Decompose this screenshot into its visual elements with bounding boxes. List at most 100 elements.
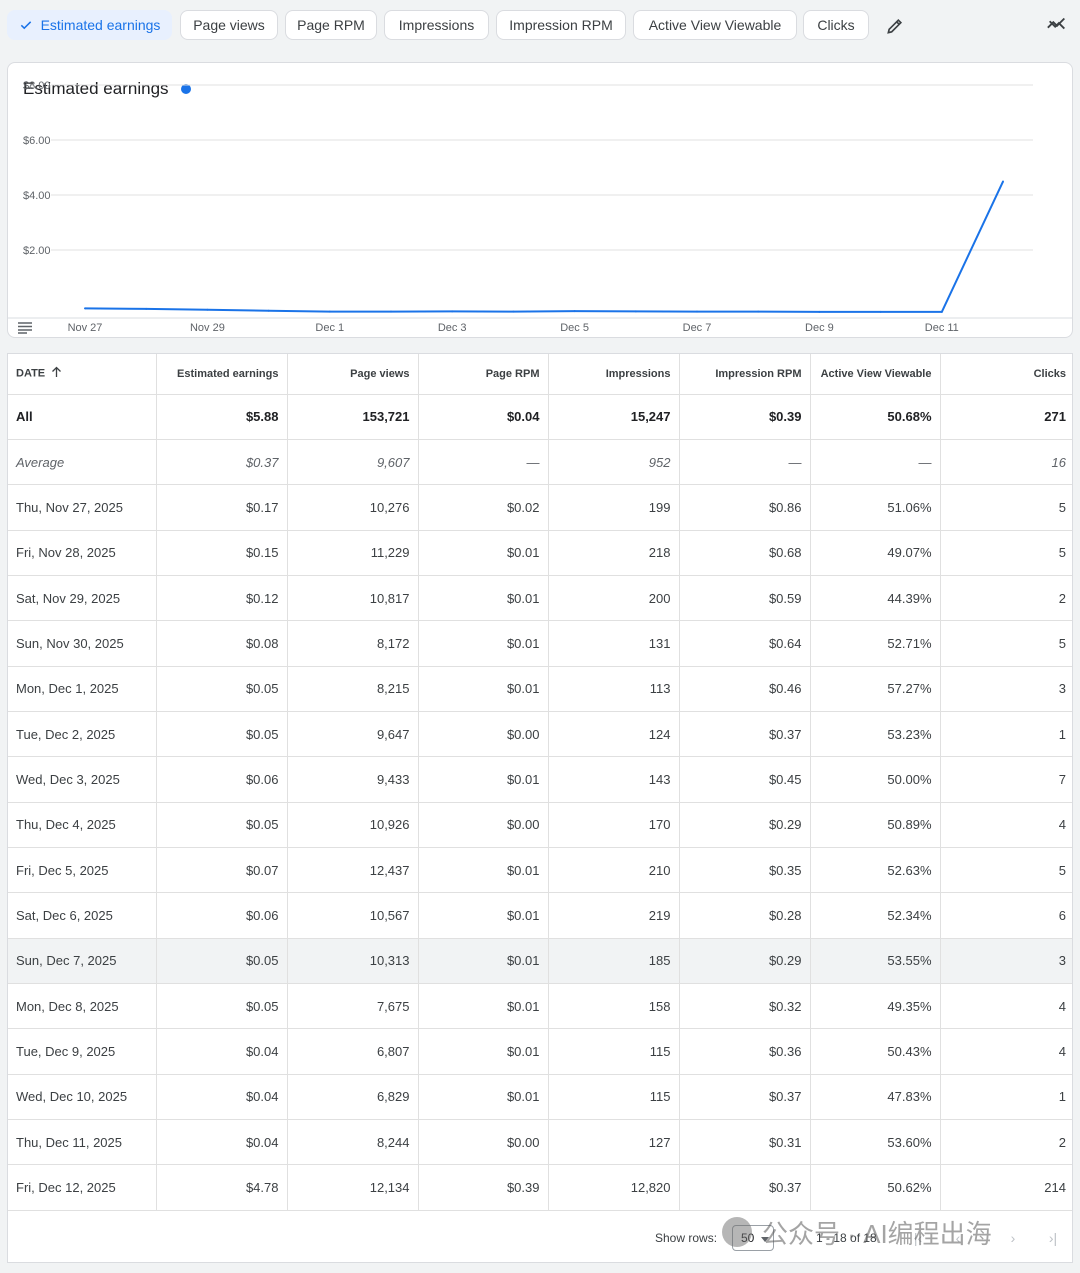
- metric-cell: 5: [940, 530, 1072, 576]
- table-row[interactable]: Sun, Dec 7, 2025 $0.05 10,313 $0.01 185 $0.29…: [8, 938, 1072, 984]
- data-point: [206, 308, 209, 311]
- table-row[interactable]: Wed, Dec 10, 2025 $0.04 6,829 $0.01 115 $0.37…: [8, 1074, 1072, 1121]
- data-point: [634, 310, 637, 313]
- column-header-impressions[interactable]: Impressions: [548, 354, 680, 395]
- pencil-icon[interactable]: [881, 12, 909, 40]
- metric-cell: 214: [940, 1164, 1072, 1211]
- metric-cell: 6,807: [287, 1028, 419, 1075]
- date-cell: Sun, Dec 7, 2025: [8, 938, 157, 984]
- date-cell: Mon, Dec 8, 2025: [8, 983, 157, 1030]
- last-page-icon[interactable]: ›|: [1043, 1228, 1063, 1248]
- metric-cell: $0.36: [679, 1028, 811, 1075]
- metric-cell: 51.06%: [810, 484, 941, 531]
- column-header-page-rpm[interactable]: Page RPM: [418, 354, 549, 395]
- metric-cell: 5: [940, 847, 1072, 894]
- chip-impressions[interactable]: Impressions: [384, 10, 489, 40]
- column-header-page-views[interactable]: Page views: [287, 354, 419, 395]
- metric-cell: —: [679, 439, 811, 486]
- date-cell: Fri, Dec 5, 2025: [8, 847, 157, 894]
- column-header-date[interactable]: DATE: [8, 354, 157, 395]
- chip-page-views[interactable]: Page views: [180, 10, 278, 40]
- metric-cell: 50.68%: [810, 394, 941, 440]
- chip-page-rpm[interactable]: Page RPM: [285, 10, 377, 40]
- metric-cell: 49.07%: [810, 530, 941, 576]
- metric-cell: 170: [548, 802, 680, 848]
- date-cell: Fri, Nov 28, 2025: [8, 530, 157, 576]
- data-point: [940, 310, 943, 313]
- metric-cell: 210: [548, 847, 680, 894]
- data-point: [451, 310, 454, 313]
- metric-cell: 8,244: [287, 1119, 419, 1166]
- table-row[interactable]: Fri, Dec 12, 2025 $4.78 12,134 $0.39 12,820 $…: [8, 1164, 1072, 1211]
- metric-cell: $0.17: [156, 484, 288, 531]
- y-tick-label: $8.00: [23, 80, 51, 92]
- y-tick-label: $4.00: [23, 190, 51, 202]
- table-row[interactable]: Fri, Nov 28, 2025 $0.15 11,229 $0.01 218 $0.6…: [8, 530, 1072, 576]
- earnings-line-chart: $2.00 $4.00 $6.00 $8.00 Nov 27 Nov 29 Dec 1 Dec…: [8, 80, 1072, 334]
- next-page-icon[interactable]: ›: [1003, 1228, 1023, 1248]
- chart-menu-icon[interactable]: [18, 321, 32, 337]
- metric-cell: 113: [548, 666, 680, 712]
- metric-cell: $0.28: [679, 892, 811, 939]
- show-rows-label: Show rows:: [655, 1231, 718, 1245]
- metric-cell: $0.29: [679, 802, 811, 848]
- metric-cell: 44.39%: [810, 575, 941, 622]
- chip-estimated-earnings[interactable]: Estimated earnings: [7, 10, 172, 40]
- table-row[interactable]: Sat, Nov 29, 2025 $0.12 10,817 $0.01 200 $0.5…: [8, 575, 1072, 622]
- chip-label: Page views: [193, 17, 265, 33]
- table-row[interactable]: Thu, Dec 4, 2025 $0.05 10,926 $0.00 170 $0.29…: [8, 802, 1072, 848]
- metric-cell: 50.00%: [810, 756, 941, 803]
- column-header-clicks[interactable]: Clicks: [940, 354, 1072, 395]
- table-row[interactable]: Mon, Dec 8, 2025 $0.05 7,675 $0.01 158 $0.32 4…: [8, 983, 1072, 1030]
- metric-cell: $0.00: [418, 1119, 549, 1166]
- date-cell: Sun, Nov 30, 2025: [8, 620, 157, 667]
- metric-cell: $0.05: [156, 802, 288, 848]
- table-row[interactable]: Mon, Dec 1, 2025 $0.05 8,215 $0.01 113 $0.46 5…: [8, 666, 1072, 712]
- metric-cell: $0.64: [679, 620, 811, 667]
- table-row[interactable]: Thu, Nov 27, 2025 $0.17 10,276 $0.02 199 $0.8…: [8, 484, 1072, 531]
- metric-cell: $0.00: [418, 802, 549, 848]
- metric-cell: 52.63%: [810, 847, 941, 894]
- metric-cell: —: [810, 439, 941, 486]
- column-header-active-view-viewable[interactable]: Active View Viewable: [810, 354, 941, 395]
- y-tick-label: $6.00: [23, 135, 51, 147]
- table-row[interactable]: Sat, Dec 6, 2025 $0.06 10,567 $0.01 219 $0.28…: [8, 892, 1072, 939]
- table-row[interactable]: Sun, Nov 30, 2025 $0.08 8,172 $0.01 131 $0.64…: [8, 620, 1072, 667]
- chip-impression-rpm[interactable]: Impression RPM: [496, 10, 626, 40]
- metric-cell: 12,820: [548, 1164, 680, 1211]
- metric-cell: 52.71%: [810, 620, 941, 667]
- metric-cell: 952: [548, 439, 680, 486]
- table-row[interactable]: Thu, Dec 11, 2025 $0.04 8,244 $0.00 127 $0.31…: [8, 1119, 1072, 1166]
- metric-cell: $0.01: [418, 620, 549, 667]
- metric-cell: $0.35: [679, 847, 811, 894]
- x-tick-label: Dec 7: [683, 322, 712, 334]
- trend-compare-icon[interactable]: [1043, 10, 1071, 38]
- chip-clicks[interactable]: Clicks: [803, 10, 869, 40]
- earnings-series-line: [84, 181, 1004, 313]
- data-point: [573, 310, 576, 313]
- chip-active-view-viewable[interactable]: Active View Viewable: [633, 10, 797, 40]
- column-header-impression-rpm[interactable]: Impression RPM: [679, 354, 811, 395]
- metric-cell: 6,829: [287, 1074, 419, 1121]
- data-point: [1002, 180, 1004, 183]
- metric-cell: $0.01: [418, 847, 549, 894]
- data-point: [818, 310, 821, 313]
- metric-cell: $0.59: [679, 575, 811, 622]
- metric-cell: 7,675: [287, 983, 419, 1030]
- metric-cell: 50.89%: [810, 802, 941, 848]
- table-row[interactable]: Wed, Dec 3, 2025 $0.06 9,433 $0.01 143 $0.45 5…: [8, 756, 1072, 803]
- table-row[interactable]: Tue, Dec 2, 2025 $0.05 9,647 $0.00 124 $0.37 5…: [8, 711, 1072, 758]
- column-header-estimated-earnings[interactable]: Estimated earnings: [156, 354, 288, 395]
- metric-cell: $0.86: [679, 484, 811, 531]
- total-row[interactable]: All $5.88 153,721 $0.04 15,247 $0.39 50.68% 271: [8, 394, 1072, 440]
- metric-cell: 9,647: [287, 711, 419, 758]
- table-row[interactable]: Tue, Dec 9, 2025 $0.04 6,807 $0.01 115 $0.36 5…: [8, 1028, 1072, 1075]
- metric-cell: 9,433: [287, 756, 419, 803]
- sort-ascending-icon[interactable]: [51, 366, 62, 381]
- table-row[interactable]: Fri, Dec 5, 2025 $0.07 12,437 $0.01 210 $0.35…: [8, 847, 1072, 894]
- date-cell: Thu, Dec 4, 2025: [8, 802, 157, 848]
- watermark: 公众号 · AI编程出海: [722, 1212, 992, 1252]
- average-row[interactable]: Average $0.37 9,607—952— —16: [8, 439, 1072, 486]
- metric-cell: $0.39: [418, 1164, 549, 1211]
- metric-cell: $0.15: [156, 530, 288, 576]
